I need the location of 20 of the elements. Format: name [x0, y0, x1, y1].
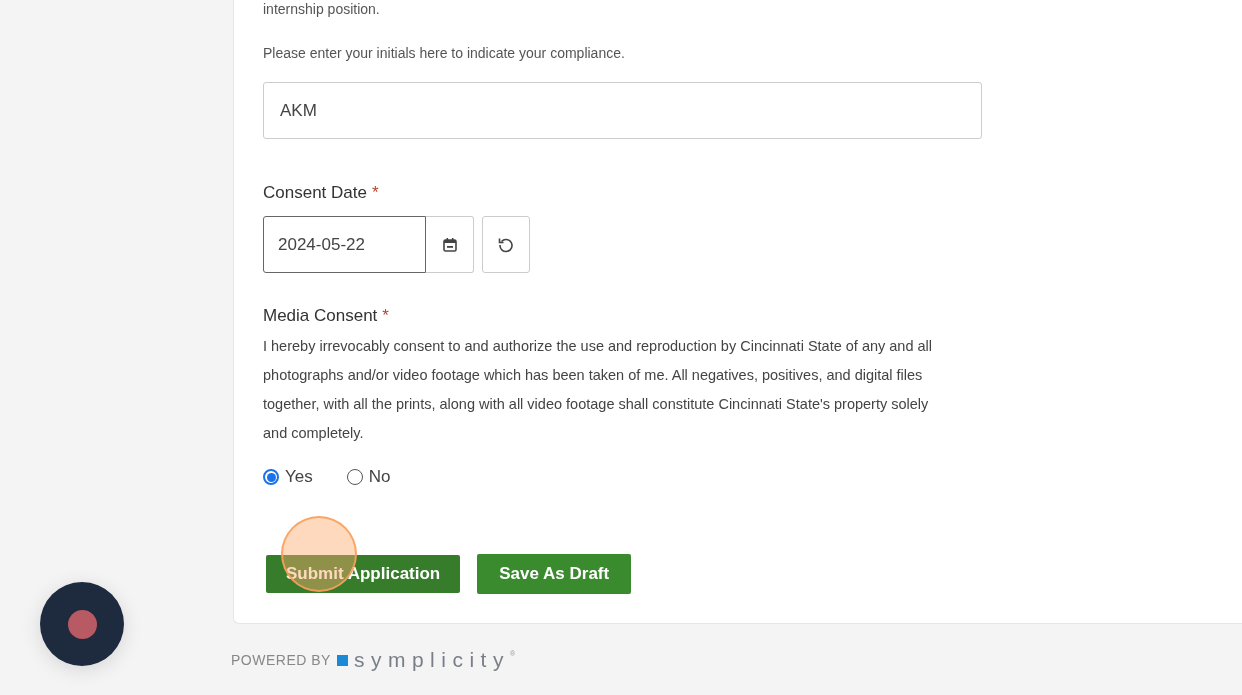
initials-prompt: Please enter your initials here to indicate your compliance. [263, 45, 626, 61]
radio-option[interactable]: No [346, 467, 391, 487]
date-field[interactable]: 2024-05-22 [263, 216, 426, 273]
cut-text: internship position. [263, 2, 381, 17]
record-icon [67, 609, 97, 639]
powered-by-text: POWERED BY [231, 652, 331, 668]
field-label: Consent Date [263, 183, 367, 203]
radio-option[interactable]: Yes [263, 467, 313, 487]
calendar-icon [441, 236, 458, 253]
required-mark: * [371, 183, 379, 203]
save-draft-button[interactable]: Save As Draft [477, 554, 632, 594]
calendar-button[interactable] [426, 216, 474, 273]
brand-square-icon [336, 654, 348, 666]
reset-button[interactable] [482, 216, 530, 273]
submit-button[interactable]: Submit Application [266, 555, 461, 593]
required-mark: * [382, 306, 389, 326]
initials-field[interactable]: AKM [263, 82, 982, 139]
field-label: Media Consent [263, 306, 378, 326]
consent-text: I hereby irrevocably consent to and authorize the use and reproduction by Cincinnati State of any and all photographs and/or video footage which has been taken of me. All negatives, positives, and digital files together, with all the prints, along with all video footage shall constitute Cincinnati State's property solely and completely. [263, 337, 934, 443]
brand-logo: symplicity [353, 648, 510, 672]
